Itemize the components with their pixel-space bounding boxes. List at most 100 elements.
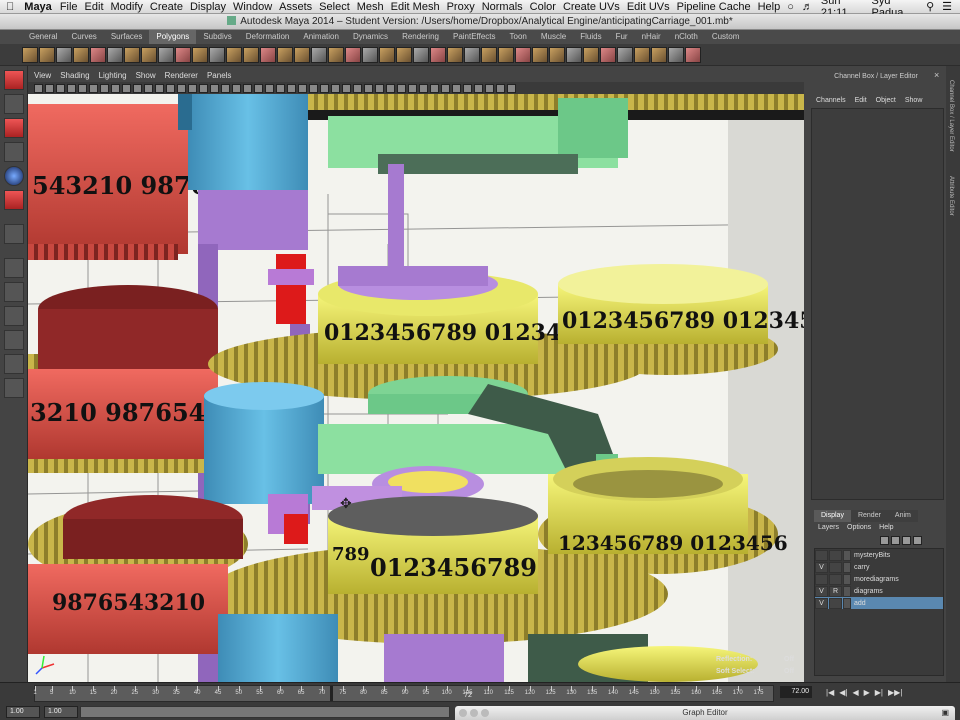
- shelf-tool-icon[interactable]: [430, 46, 446, 63]
- shelf-tab-deformation[interactable]: Deformation: [239, 30, 297, 44]
- layer-tab-anim[interactable]: Anim: [887, 510, 918, 522]
- layer-visibility-toggle[interactable]: V: [815, 597, 828, 609]
- panel-menu-view[interactable]: View: [34, 70, 51, 82]
- panel-tool-icon[interactable]: [177, 83, 186, 93]
- panel-menu-panels[interactable]: Panels: [207, 70, 231, 82]
- apple-icon[interactable]: : [0, 1, 20, 13]
- rotate-tool-icon[interactable]: [3, 166, 24, 186]
- side-tab-channel-box[interactable]: Channel Box / Layer Editor: [948, 80, 954, 152]
- layer-visibility-toggle[interactable]: V: [815, 561, 828, 573]
- layer-color-swatch[interactable]: [843, 549, 851, 561]
- panel-menu-shading[interactable]: Shading: [60, 70, 89, 82]
- layer-visibility-toggle[interactable]: [815, 549, 828, 561]
- menu-edit-mesh[interactable]: Edit Mesh: [391, 1, 447, 13]
- menu-display[interactable]: Display: [190, 1, 233, 13]
- menu-create-uvs[interactable]: Create UVs: [563, 1, 627, 13]
- shelf-tool-icon[interactable]: [583, 46, 599, 63]
- panel-tool-icon[interactable]: [100, 83, 109, 93]
- shelf-tool-icon[interactable]: [90, 46, 106, 63]
- panel-menu-show[interactable]: Show: [136, 70, 156, 82]
- panel-tool-icon[interactable]: [375, 83, 384, 93]
- panel-tool-icon[interactable]: [364, 83, 373, 93]
- shelf-tool-icon[interactable]: [260, 46, 276, 63]
- layer-menu-layers[interactable]: Layers: [818, 522, 839, 534]
- layer-tab-display[interactable]: Display: [814, 510, 851, 522]
- hypershade-layout-icon[interactable]: [3, 354, 24, 374]
- shelf-tab-animation[interactable]: Animation: [296, 30, 346, 44]
- perspective-viewport[interactable]: 543210 9876 3210 9876543 0123456789 0123…: [28, 94, 804, 682]
- shelf-tool-icon[interactable]: [243, 46, 259, 63]
- shelf-tool-icon[interactable]: [362, 46, 378, 63]
- layer-type-toggle[interactable]: [829, 597, 842, 609]
- menu-help[interactable]: Help: [758, 1, 788, 13]
- channel-box-body[interactable]: [811, 108, 944, 500]
- panel-tool-icon[interactable]: [265, 83, 274, 93]
- side-tab-attribute-editor[interactable]: Attribute Editor: [948, 176, 954, 216]
- panel-tool-icon[interactable]: [485, 83, 494, 93]
- channel-menu-channels[interactable]: Channels: [816, 94, 846, 108]
- end-time-field[interactable]: 72.00: [780, 686, 812, 698]
- layer-row[interactable]: V Rdiagrams: [815, 585, 943, 597]
- shelf-tab-muscle[interactable]: Muscle: [534, 30, 573, 44]
- shelf-tool-icon[interactable]: [141, 46, 157, 63]
- app-menu[interactable]: Maya: [20, 1, 60, 13]
- move-layer-up-icon[interactable]: [902, 536, 911, 545]
- layer-color-swatch[interactable]: [843, 573, 851, 585]
- menu-edit[interactable]: Edit: [85, 1, 111, 13]
- menu-file[interactable]: File: [60, 1, 85, 13]
- shelf-tool-icon[interactable]: [617, 46, 633, 63]
- shelf-tab-fluids[interactable]: Fluids: [573, 30, 608, 44]
- panel-tool-icon[interactable]: [45, 83, 54, 93]
- panel-menu-renderer[interactable]: Renderer: [165, 70, 198, 82]
- panel-tool-icon[interactable]: [89, 83, 98, 93]
- shelf-tool-icon[interactable]: [175, 46, 191, 63]
- channel-menu-edit[interactable]: Edit: [855, 94, 867, 108]
- panel-tool-icon[interactable]: [188, 83, 197, 93]
- shelf-tool-icon[interactable]: [39, 46, 55, 63]
- four-view-layout-icon[interactable]: [3, 282, 24, 302]
- transport-button[interactable]: |◀: [826, 688, 834, 697]
- panel-tool-icon[interactable]: [287, 83, 296, 93]
- panel-tool-icon[interactable]: [210, 83, 219, 93]
- shelf-tab-toon[interactable]: Toon: [503, 30, 534, 44]
- panel-tool-icon[interactable]: [34, 83, 43, 93]
- shelf-tool-icon[interactable]: [277, 46, 293, 63]
- zoom-button[interactable]: [481, 709, 489, 717]
- resize-icon[interactable]: ▣: [941, 706, 949, 720]
- menu-assets[interactable]: Assets: [279, 1, 319, 13]
- transport-button[interactable]: ▶: [864, 688, 870, 697]
- layer-color-swatch[interactable]: [843, 585, 851, 597]
- menu-color[interactable]: Color: [530, 1, 563, 13]
- panel-tool-icon[interactable]: [199, 83, 208, 93]
- shelf-tool-icon[interactable]: [600, 46, 616, 63]
- shelf-tab-custom[interactable]: Custom: [705, 30, 747, 44]
- persp-graph-layout-icon[interactable]: [3, 330, 24, 350]
- panel-tool-icon[interactable]: [441, 83, 450, 93]
- shelf-tool-icon[interactable]: [328, 46, 344, 63]
- panel-tool-icon[interactable]: [309, 83, 318, 93]
- menu-window[interactable]: Window: [233, 1, 279, 13]
- menu-edit-uvs[interactable]: Edit UVs: [627, 1, 677, 13]
- panel-tool-icon[interactable]: [342, 83, 351, 93]
- shelf-tab-polygons[interactable]: Polygons: [149, 30, 197, 44]
- last-tool-icon[interactable]: [3, 224, 24, 244]
- menu-proxy[interactable]: Proxy: [447, 1, 482, 13]
- shelf-tool-icon[interactable]: [226, 46, 242, 63]
- menu-mesh[interactable]: Mesh: [357, 1, 391, 13]
- shelf-tool-icon[interactable]: [685, 46, 701, 63]
- panel-tool-icon[interactable]: [507, 83, 516, 93]
- shelf-tab-ncloth[interactable]: nCloth: [668, 30, 705, 44]
- shelf-tool-icon[interactable]: [73, 46, 89, 63]
- layer-row[interactable]: mysteryBits: [815, 549, 943, 561]
- transport-button[interactable]: ▶|: [875, 688, 883, 697]
- outliner-layout-icon[interactable]: [3, 378, 24, 398]
- panel-tool-icon[interactable]: [243, 83, 252, 93]
- panel-tool-icon[interactable]: [452, 83, 461, 93]
- new-layer-empty-icon[interactable]: [880, 536, 889, 545]
- shelf-tool-icon[interactable]: [566, 46, 582, 63]
- panel-tool-icon[interactable]: [232, 83, 241, 93]
- shelf-tool-icon[interactable]: [498, 46, 514, 63]
- menu-modify[interactable]: Modify: [111, 1, 150, 13]
- panel-tool-icon[interactable]: [122, 83, 131, 93]
- paint-select-icon[interactable]: [3, 118, 24, 138]
